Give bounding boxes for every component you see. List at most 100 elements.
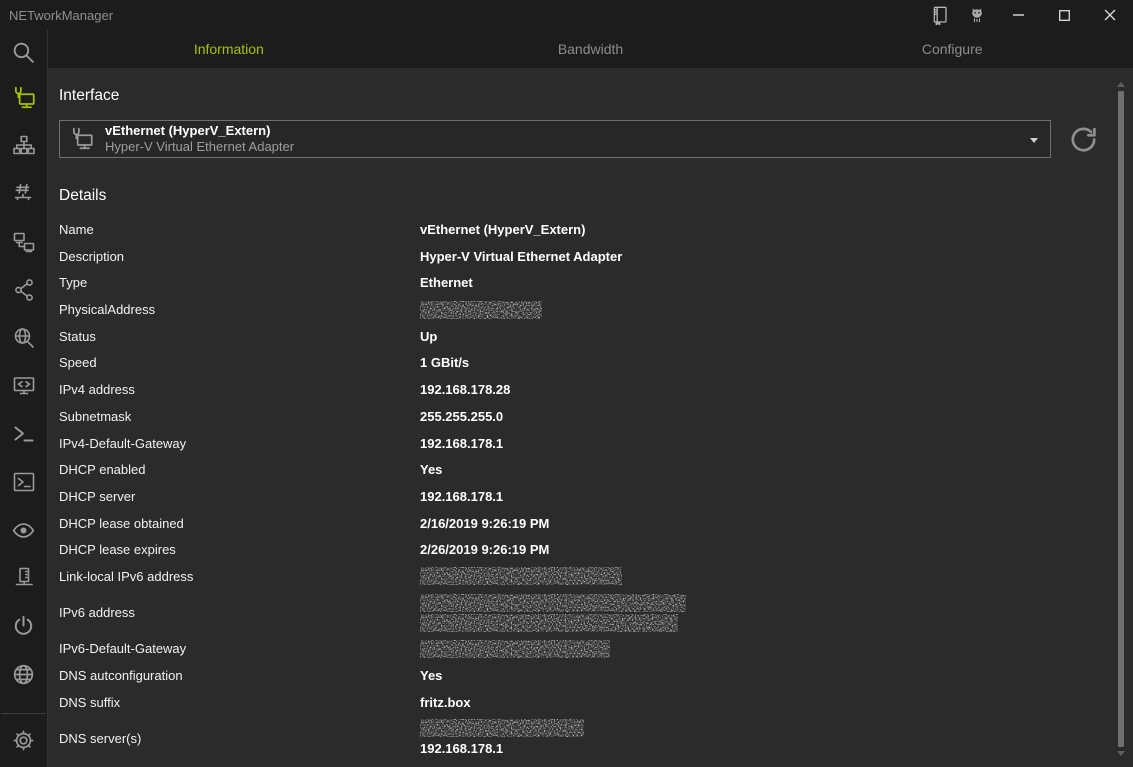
- detail-label: Description: [59, 249, 420, 264]
- github-button[interactable]: [958, 0, 995, 30]
- detail-label: IPv4 address: [59, 382, 420, 397]
- settings-button[interactable]: [0, 714, 47, 767]
- sidebar-item-network-interface[interactable]: [0, 74, 47, 122]
- detail-label: Subnetmask: [59, 409, 420, 424]
- detail-value: Ethernet: [420, 273, 473, 292]
- sidebar-item-snmp[interactable]: [0, 554, 47, 602]
- detail-value-text: 192.168.178.1: [420, 434, 503, 453]
- detail-value-text: 2/16/2019 9:26:19 PM: [420, 514, 549, 533]
- powershell-icon: [12, 422, 36, 446]
- sidebar-item-ip-scanner[interactable]: [0, 122, 47, 170]
- snmp-icon: [12, 566, 36, 590]
- sidebar-item-ping[interactable]: [0, 218, 47, 266]
- sidebar-item-powershell[interactable]: [0, 410, 47, 458]
- putty-icon: [12, 470, 36, 494]
- sidebar-item-wake-on-lan[interactable]: [0, 602, 47, 650]
- detail-value-text: Up: [420, 327, 437, 346]
- detail-row: Subnetmask 255.255.255.0: [59, 407, 1133, 426]
- maximize-button[interactable]: [1041, 0, 1087, 30]
- network-interface-icon: [11, 85, 37, 111]
- scrollbar-thumb[interactable]: [1118, 91, 1124, 747]
- detail-value: Hyper-V Virtual Ethernet Adapter: [420, 247, 622, 266]
- detail-value-text: Ethernet: [420, 273, 473, 292]
- detail-row: DHCP enabled Yes: [59, 460, 1133, 479]
- detail-label: Name: [59, 222, 420, 237]
- detail-value-text: 192.168.178.1: [420, 487, 503, 506]
- sidebar-item-traceroute[interactable]: [0, 266, 47, 314]
- sidebar-item-whois[interactable]: [0, 650, 47, 698]
- ping-icon: [12, 230, 36, 254]
- detail-label: Link-local IPv6 address: [59, 569, 420, 584]
- detail-label: IPv6-Default-Gateway: [59, 641, 420, 656]
- detail-label: Type: [59, 275, 420, 290]
- maximize-icon: [1059, 10, 1070, 21]
- detail-value-text: 2/26/2019 9:26:19 PM: [420, 540, 549, 559]
- sidebar-nav: [0, 74, 47, 713]
- selected-interface-name: vEthernet (HyperV_Extern): [105, 123, 294, 139]
- detail-value: [420, 301, 542, 319]
- port-scanner-icon: [12, 182, 36, 206]
- scroll-up-icon[interactable]: [1117, 82, 1125, 87]
- detail-row: PhysicalAddress: [59, 300, 1133, 319]
- sidebar: [0, 30, 48, 767]
- detail-row: DHCP lease expires 2/26/2019 9:26:19 PM: [59, 540, 1133, 559]
- github-icon: [967, 5, 987, 25]
- sidebar-item-remote-desktop[interactable]: [0, 362, 47, 410]
- sidebar-item-partial[interactable]: [0, 698, 47, 713]
- tab-bandwidth[interactable]: Bandwidth: [410, 30, 772, 68]
- detail-value-text: Hyper-V Virtual Ethernet Adapter: [420, 247, 622, 266]
- detail-value-text: Yes: [420, 666, 442, 685]
- redacted-value: [420, 614, 678, 632]
- scroll-down-icon[interactable]: [1117, 751, 1125, 756]
- redacted-value: [420, 640, 610, 658]
- detail-value-text: 1 GBit/s: [420, 353, 469, 372]
- detail-label: DHCP lease obtained: [59, 516, 420, 531]
- titlebar[interactable]: NETworkManager: [0, 0, 1133, 30]
- detail-row: DHCP server 192.168.178.1: [59, 487, 1133, 506]
- window-title: NETworkManager: [0, 8, 921, 23]
- interface-selector[interactable]: vEthernet (HyperV_Extern) Hyper-V Virtua…: [59, 120, 1051, 158]
- detail-label: DHCP lease expires: [59, 542, 420, 557]
- details-rows: Name vEthernet (HyperV_Extern) Descripti…: [59, 220, 1133, 758]
- search-icon: [11, 40, 36, 65]
- detail-value: Up: [420, 327, 437, 346]
- sidebar-item-port-scanner[interactable]: [0, 170, 47, 218]
- detail-value: fritz.box: [420, 693, 471, 712]
- vertical-scrollbar[interactable]: [1117, 72, 1125, 760]
- detail-value: 1 GBit/s: [420, 353, 469, 372]
- detail-label: PhysicalAddress: [59, 302, 420, 317]
- sidebar-item-putty[interactable]: [0, 458, 47, 506]
- detail-label: Status: [59, 329, 420, 344]
- detail-label: DNS server(s): [59, 731, 420, 746]
- details-heading: Details: [59, 186, 1133, 206]
- detail-row: DNS suffix fritz.box: [59, 693, 1133, 712]
- redacted-value: [420, 594, 686, 612]
- detail-value: 192.168.178.28: [420, 380, 510, 399]
- redacted-value: [420, 567, 622, 585]
- sidebar-item-discovery[interactable]: [0, 506, 47, 554]
- detail-value-text: 255.255.255.0: [420, 407, 503, 426]
- detail-label: DHCP enabled: [59, 462, 420, 477]
- tab-configure[interactable]: Configure: [771, 30, 1133, 68]
- documentation-icon: [930, 5, 949, 26]
- wake-on-lan-icon: [11, 614, 36, 639]
- detail-row: Type Ethernet: [59, 273, 1133, 292]
- refresh-button[interactable]: [1068, 124, 1098, 154]
- documentation-button[interactable]: [921, 0, 958, 30]
- ip-scanner-icon: [12, 134, 36, 158]
- detail-label: DNS suffix: [59, 695, 420, 710]
- refresh-icon: [1070, 126, 1097, 153]
- detail-value: 2/16/2019 9:26:19 PM: [420, 514, 549, 533]
- tab-information[interactable]: Information: [48, 30, 410, 68]
- detail-row: IPv6 address: [59, 594, 1133, 632]
- network-adapter-icon: [69, 126, 95, 152]
- interface-heading: Interface: [59, 86, 1133, 106]
- detail-label: DNS autconfiguration: [59, 668, 420, 683]
- minimize-button[interactable]: [995, 0, 1041, 30]
- detail-value-text: Yes: [420, 460, 442, 479]
- sidebar-item-dns-lookup[interactable]: [0, 314, 47, 362]
- selected-interface-description: Hyper-V Virtual Ethernet Adapter: [105, 139, 294, 155]
- search-button[interactable]: [0, 30, 47, 74]
- detail-value: 192.168.178.1: [420, 719, 584, 758]
- close-button[interactable]: [1087, 0, 1133, 30]
